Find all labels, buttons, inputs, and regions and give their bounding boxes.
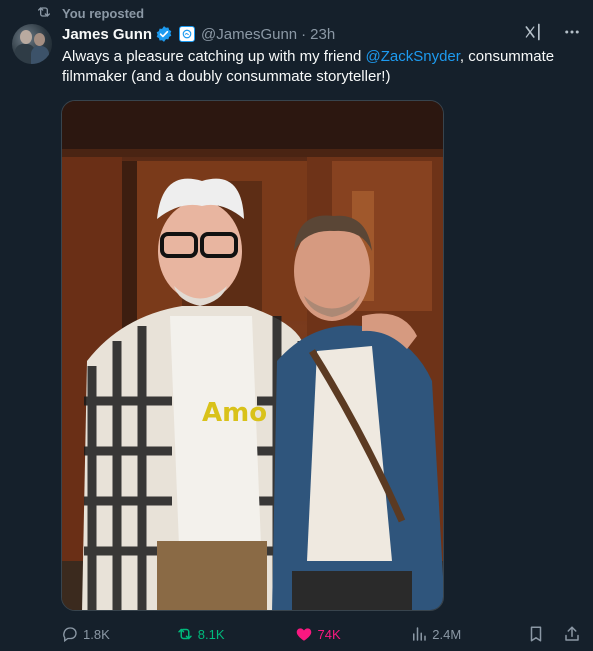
timestamp[interactable]: 23h [310,26,335,43]
action-bar-right [527,625,581,643]
repost-banner-label: You reposted [62,5,145,21]
repost-icon [178,628,192,640]
like-button[interactable]: 74K [295,625,410,643]
repost-button[interactable]: 8.1K [176,625,296,643]
tweet-text-before: Always a pleasure catching up with my fr… [62,48,366,65]
repost-icon [36,4,52,23]
like-count: 74K [317,626,341,642]
repost-banner: You reposted [36,4,144,22]
share-icon [565,626,579,641]
repost-count: 8.1K [197,626,225,642]
bookmark-icon [530,626,542,642]
views-chart-icon [413,627,426,641]
more-options-icon[interactable] [563,23,581,45]
tweet-text: Always a pleasure catching up with my fr… [62,47,582,87]
reply-count: 1.8K [83,626,110,642]
grok-icon[interactable] [523,22,543,46]
mention-link[interactable]: @ZackSnyder [365,48,459,65]
heart-icon [297,628,312,641]
views-count: 2.4M [432,626,462,642]
views-button[interactable]: 2.4M [410,625,527,643]
author-handle[interactable]: @JamesGunn [201,26,297,43]
avatar[interactable] [12,24,52,64]
reply-icon [63,627,77,643]
separator-dot: · [301,25,307,43]
bookmark-button[interactable] [527,625,545,643]
reply-button[interactable]: 1.8K [61,625,176,643]
tweet-header: James Gunn @JamesGunn · 23h [62,22,581,46]
tweet-photo[interactable]: Amo [61,100,444,611]
verified-badge-icon[interactable] [155,25,173,43]
author-name[interactable]: James Gunn [62,26,152,43]
action-bar: 1.8K 8.1K 74K 2.4M [61,622,581,646]
share-button[interactable] [563,625,581,643]
svg-text:Amo: Amo [202,398,267,428]
affiliate-badge-icon[interactable] [179,26,196,42]
